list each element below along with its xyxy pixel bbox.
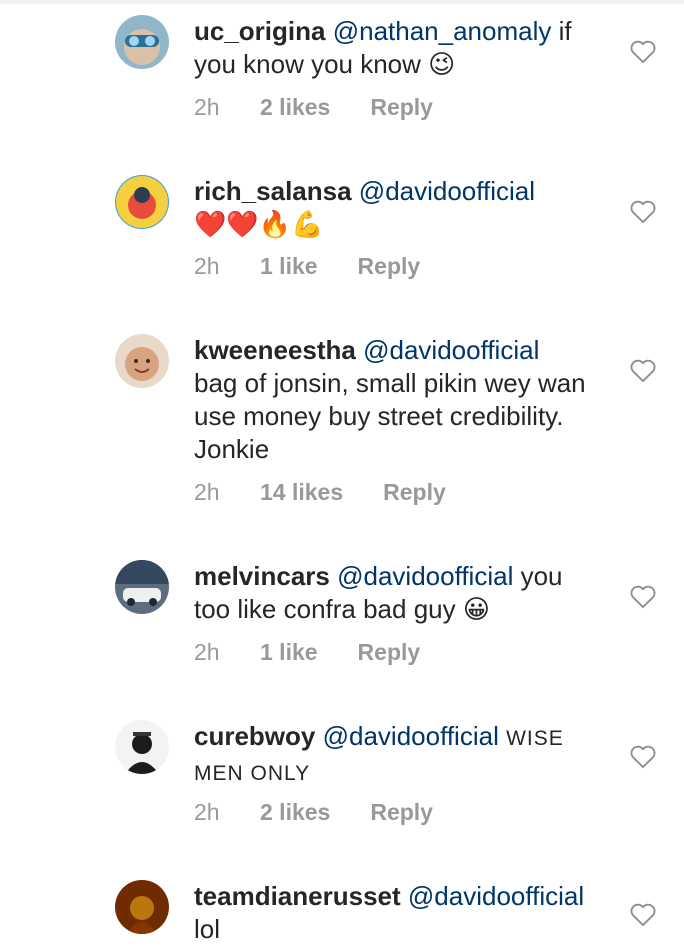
comment-username[interactable]: melvincars (194, 561, 330, 591)
comment-meta: 2h 2 likes Reply (194, 94, 433, 121)
comment-mention[interactable]: @davidoofficial (359, 176, 535, 206)
reply-button[interactable]: Reply (358, 639, 421, 666)
comment-username[interactable]: rich_salansa (194, 176, 352, 206)
comment-body: curebwoy @davidoofficial Wise men only (194, 720, 604, 790)
comment-username[interactable]: kweeneestha (194, 335, 356, 365)
heart-outline-icon[interactable] (629, 38, 657, 64)
comment-username[interactable]: teamdianerusset (194, 881, 401, 911)
comment-mention[interactable]: @davidoofficial (363, 335, 539, 365)
comment-body: teamdianerusset @davidoofficial lol (194, 880, 604, 946)
comment-mention[interactable]: @davidoofficial (408, 881, 584, 911)
avatar[interactable] (115, 15, 169, 69)
comment-likes[interactable]: 1 like (260, 639, 318, 666)
reply-button[interactable]: Reply (370, 94, 433, 121)
comment-likes[interactable]: 2 likes (260, 799, 330, 826)
avatar[interactable] (115, 560, 169, 614)
comment-body: kweeneestha @davidoofficial bag of jonsi… (194, 334, 604, 466)
comment-meta: 2h 14 likes Reply (194, 479, 446, 506)
reply-button[interactable]: Reply (383, 479, 446, 506)
comment-text: ❤️❤️🔥💪 (194, 209, 324, 239)
comment-text: lol (194, 914, 221, 944)
comment-time: 2h (194, 639, 220, 665)
comment-username[interactable]: uc_origina (194, 16, 325, 46)
comment-mention[interactable]: @davidoofficial (323, 721, 499, 751)
heart-outline-icon[interactable] (629, 198, 657, 224)
comment-text: bag of jonsin, small pikin wey wan use m… (194, 368, 586, 464)
comment-body: melvincars @davidoofficial you too like … (194, 560, 604, 626)
comment-mention[interactable]: @davidoofficial (337, 561, 513, 591)
avatar[interactable] (115, 334, 169, 388)
comment-meta: 2h 2 likes Reply (194, 799, 433, 826)
heart-outline-icon[interactable] (629, 743, 657, 769)
avatar[interactable] (115, 880, 169, 934)
comment-mention[interactable]: @nathan_anomaly (333, 16, 552, 46)
comment-meta: 2h 1 like Reply (194, 639, 420, 666)
reply-button[interactable]: Reply (358, 253, 421, 280)
comment-body: uc_origina @nathan_anomaly if you know y… (194, 15, 604, 81)
comment-likes[interactable]: 2 likes (260, 94, 330, 121)
heart-outline-icon[interactable] (629, 583, 657, 609)
comment-time: 2h (194, 799, 220, 825)
comment-time: 2h (194, 253, 220, 279)
top-divider (0, 0, 684, 4)
comment-likes[interactable]: 14 likes (260, 479, 343, 506)
avatar[interactable] (115, 175, 169, 229)
comment-likes[interactable]: 1 like (260, 253, 318, 280)
comment-time: 2h (194, 479, 220, 505)
comment-meta: 2h 1 like Reply (194, 253, 420, 280)
comment-time: 2h (194, 94, 220, 120)
reply-button[interactable]: Reply (370, 799, 433, 826)
avatar[interactable] (115, 720, 169, 774)
heart-outline-icon[interactable] (629, 357, 657, 383)
comment-body: rich_salansa @davidoofficial ❤️❤️🔥💪 (194, 175, 604, 241)
comment-username[interactable]: curebwoy (194, 721, 315, 751)
heart-outline-icon[interactable] (629, 901, 657, 927)
